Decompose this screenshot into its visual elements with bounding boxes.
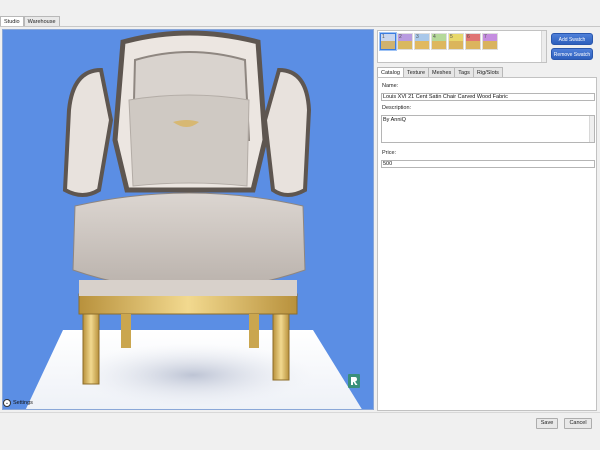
back-left-leg <box>121 314 131 348</box>
catalog-form: Name: Description: By AnniQ Price: <box>377 77 597 411</box>
seat-skirt <box>79 280 297 296</box>
chair-seat <box>72 192 306 291</box>
watermark-logo-icon <box>348 374 360 388</box>
description-field[interactable]: By AnniQ <box>381 115 595 143</box>
swatch-number: 7 <box>484 34 487 40</box>
front-right-leg <box>272 313 290 381</box>
description-scrollbar[interactable] <box>589 116 594 142</box>
swatch-color-bottom <box>415 40 429 49</box>
swatch-number: 6 <box>467 34 470 40</box>
chair-left-arm <box>62 67 114 197</box>
swatch-number: 3 <box>416 34 419 40</box>
front-left-leg <box>82 313 100 385</box>
chair-pillow <box>128 94 250 187</box>
name-field[interactable] <box>381 93 595 101</box>
swatch-1[interactable]: 1 <box>379 32 397 51</box>
swatch-2[interactable]: 2 <box>397 33 413 50</box>
tab-divider <box>0 26 600 27</box>
swatch-list: 1 2 3 4 5 6 7 <box>377 30 547 63</box>
chair-preview <box>25 30 362 409</box>
3d-viewport[interactable]: ⌄ Settings <box>2 29 374 410</box>
save-button[interactable]: Save <box>536 418 558 429</box>
swatch-color-bottom <box>398 40 412 49</box>
swatch-7[interactable]: 7 <box>482 33 498 50</box>
swatch-6[interactable]: 6 <box>465 33 481 50</box>
description-label: Description: <box>382 105 412 111</box>
swatch-5[interactable]: 5 <box>448 33 464 50</box>
swatch-scrollbar[interactable] <box>541 31 546 62</box>
swatch-number: 5 <box>450 34 453 40</box>
chevron-down-icon: ⌄ <box>3 399 11 407</box>
add-swatch-button[interactable]: Add Swatch <box>551 33 593 45</box>
cancel-button[interactable]: Cancel <box>564 418 592 429</box>
swatch-color-bottom <box>483 40 497 49</box>
swatch-color-bottom <box>449 40 463 49</box>
chair-right-arm <box>262 67 312 197</box>
swatch-3[interactable]: 3 <box>414 33 430 50</box>
name-label: Name: <box>382 83 399 89</box>
swatch-4[interactable]: 4 <box>431 33 447 50</box>
description-text: By AnniQ <box>383 117 406 123</box>
remove-swatch-button[interactable]: Remove Swatch <box>551 48 593 60</box>
swatch-number: 2 <box>399 34 402 40</box>
swatch-color-bottom <box>432 40 446 49</box>
price-field[interactable] <box>381 160 595 168</box>
swatch-row: 1 2 3 4 5 6 7 <box>379 32 498 51</box>
swatch-number: 4 <box>433 34 436 40</box>
chair-apron <box>78 293 298 315</box>
back-right-leg <box>249 314 259 348</box>
settings-toggle[interactable]: ⌄ Settings <box>3 399 33 407</box>
properties-panel: 1234567 Add Swatch Remove Swatch Catalog… <box>376 29 598 411</box>
price-label: Price: <box>382 150 397 156</box>
footer-divider <box>0 412 600 413</box>
swatch-number: 1 <box>382 34 385 40</box>
settings-label: Settings <box>13 400 33 406</box>
swatch-color-bottom <box>466 40 480 49</box>
swatch-color-bottom <box>381 40 395 49</box>
